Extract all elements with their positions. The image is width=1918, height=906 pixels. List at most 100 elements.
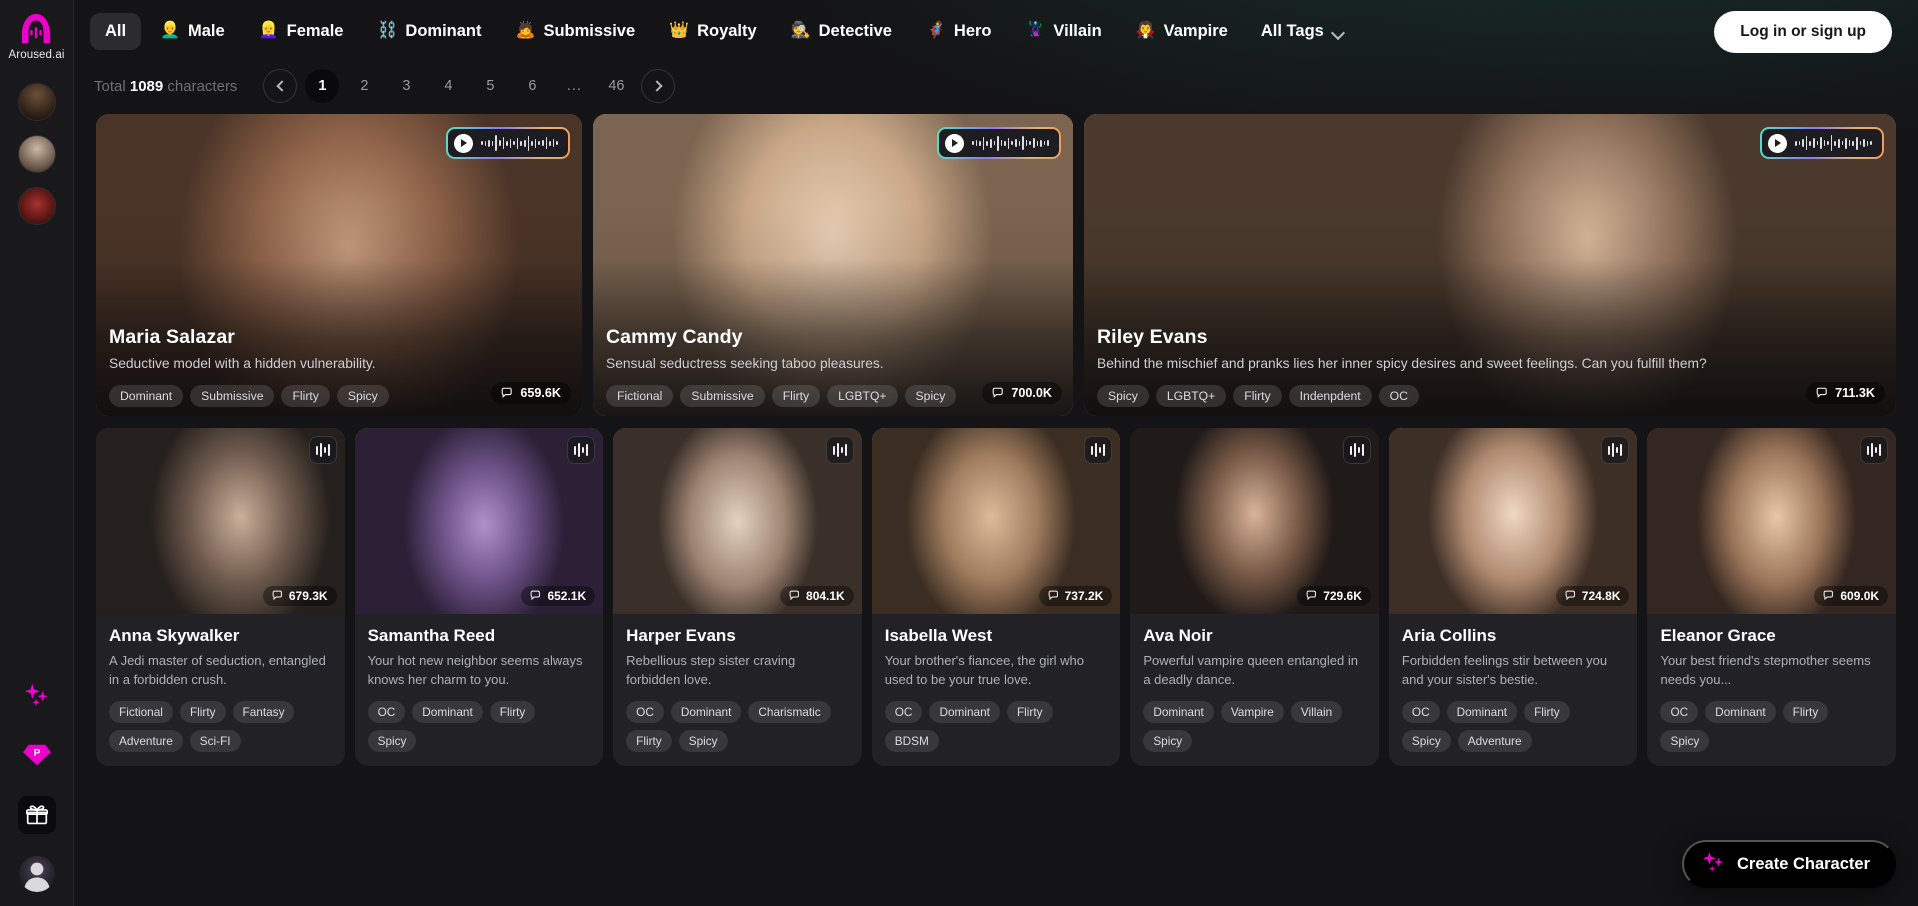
tag[interactable]: OC: [626, 700, 664, 723]
audio-indicator-4[interactable]: [1084, 436, 1113, 464]
featured-card-maria-salazar[interactable]: Maria Salazar Seductive model with a hid…: [96, 114, 582, 416]
tab-male[interactable]: 👱‍♂️ Male: [145, 13, 240, 50]
tab-dominant[interactable]: ⛓️ Dominant: [363, 13, 497, 50]
tag[interactable]: LGBTQ+: [1155, 385, 1227, 407]
tag[interactable]: Flirty: [489, 700, 536, 723]
audio-player-3[interactable]: [1759, 127, 1884, 159]
tag[interactable]: OC: [367, 700, 406, 723]
tag[interactable]: Charismatic: [748, 700, 831, 723]
card-chat-count-1: 679.3K: [262, 586, 337, 606]
tab-villain[interactable]: 🦹 Villain: [1011, 13, 1117, 50]
audio-indicator-7[interactable]: [1860, 436, 1889, 464]
premium-diamond-icon[interactable]: P: [18, 736, 56, 774]
tag[interactable]: Spicy: [678, 729, 728, 752]
audio-indicator-1[interactable]: [308, 436, 337, 464]
create-character-button[interactable]: Create Character: [1682, 840, 1896, 888]
tag[interactable]: Dominant: [1446, 700, 1518, 723]
tag[interactable]: Flirty: [281, 385, 330, 407]
tag[interactable]: Dominant: [109, 385, 184, 407]
character-card-harper-evans[interactable]: 804.1K Harper Evans Rebellious step sist…: [613, 428, 862, 766]
tag[interactable]: Sci-FI: [189, 729, 241, 752]
tag[interactable]: Spicy: [1401, 729, 1451, 752]
tag[interactable]: Fictional: [109, 700, 173, 723]
tag[interactable]: Submissive: [680, 385, 765, 407]
audio-indicator-6[interactable]: [1601, 436, 1630, 464]
rail-avatar-1[interactable]: [17, 83, 56, 121]
character-card-aria-collins[interactable]: 724.8K Aria Collins Forbidden feelings s…: [1388, 428, 1638, 766]
pagination-next-button[interactable]: [641, 69, 676, 103]
tag[interactable]: Flirty: [1524, 700, 1570, 723]
rail-avatar-2[interactable]: [17, 135, 56, 173]
tag[interactable]: Dominant: [1705, 700, 1776, 723]
rail-avatar-3[interactable]: [17, 187, 56, 225]
tag[interactable]: OC: [1401, 700, 1440, 723]
tag[interactable]: LGBTQ+: [827, 385, 898, 407]
character-card-samantha-reed[interactable]: 652.1K Samantha Reed Your hot new neighb…: [354, 428, 604, 766]
card-info-5: Ava Noir Powerful vampire queen entangle…: [1130, 614, 1379, 766]
pagination-page-5[interactable]: 5: [473, 69, 507, 103]
tag[interactable]: Flirty: [626, 729, 672, 752]
tag[interactable]: Spicy: [904, 385, 957, 407]
tag[interactable]: Vampire: [1220, 700, 1284, 723]
tag[interactable]: Villain: [1290, 700, 1343, 723]
tag[interactable]: Flirty: [771, 385, 821, 407]
pagination-page-1[interactable]: 1: [305, 69, 340, 103]
character-card-anna-skywalker[interactable]: 679.3K Anna Skywalker A Jedi master of s…: [96, 428, 345, 766]
tag[interactable]: Dominant: [929, 700, 1000, 723]
tag[interactable]: Dominant: [1143, 700, 1214, 723]
audio-player-1[interactable]: [445, 127, 570, 159]
pagination-page-3[interactable]: 3: [389, 69, 423, 103]
tab-submissive[interactable]: 🙇 Submissive: [501, 13, 651, 50]
character-card-isabella-west[interactable]: 737.2K Isabella West Your brother's fian…: [871, 428, 1121, 766]
tag[interactable]: BDSM: [884, 729, 939, 752]
play-icon-2[interactable]: [944, 133, 964, 153]
tab-hero[interactable]: 🦸 Hero: [911, 13, 1007, 50]
pagination-prev-button[interactable]: [263, 69, 298, 103]
sparkles-icon[interactable]: [18, 676, 56, 714]
tag[interactable]: Flirty: [1006, 700, 1053, 723]
brand-logo-block[interactable]: Aroused.ai: [9, 12, 65, 61]
tag[interactable]: Fantasy: [232, 700, 295, 723]
user-avatar-icon[interactable]: [18, 856, 55, 892]
tag[interactable]: Spicy: [1097, 385, 1149, 407]
tag[interactable]: Adventure: [1457, 729, 1532, 752]
featured-card-cammy-candy[interactable]: Cammy Candy Sensual seductress seeking t…: [593, 114, 1073, 416]
tab-all[interactable]: All: [90, 12, 142, 50]
tag[interactable]: Indenpdent: [1288, 385, 1372, 407]
featured-card-riley-evans[interactable]: Riley Evans Behind the mischief and pran…: [1084, 114, 1896, 416]
tag[interactable]: Submissive: [190, 385, 275, 407]
tab-detective[interactable]: 🕵️ Detective: [776, 13, 907, 50]
login-signup-button[interactable]: Log in or sign up: [1714, 11, 1892, 53]
audio-indicator-2[interactable]: [567, 436, 596, 464]
tag[interactable]: Flirty: [1233, 385, 1282, 407]
pagination-page-46[interactable]: 46: [599, 69, 633, 103]
character-card-eleanor-grace[interactable]: 609.0K Eleanor Grace Your best friend's …: [1647, 428, 1897, 766]
tag[interactable]: Spicy: [367, 729, 417, 752]
tag[interactable]: Spicy: [1143, 729, 1193, 752]
all-tags-dropdown[interactable]: All Tags: [1247, 13, 1359, 50]
play-icon-3[interactable]: [1767, 133, 1787, 153]
audio-indicator-3[interactable]: [825, 436, 854, 464]
tag[interactable]: OC: [1378, 385, 1419, 407]
tag[interactable]: Adventure: [109, 729, 183, 752]
tag[interactable]: Dominant: [670, 700, 742, 723]
play-icon-1[interactable]: [453, 133, 473, 153]
character-card-ava-noir[interactable]: 729.6K Ava Noir Powerful vampire queen e…: [1130, 428, 1379, 766]
tab-female[interactable]: 👱‍♀️ Female: [244, 13, 359, 50]
tag[interactable]: Flirty: [1782, 700, 1829, 723]
tag[interactable]: Dominant: [412, 700, 483, 723]
pagination-page-2[interactable]: 2: [347, 69, 381, 103]
tag[interactable]: Flirty: [179, 700, 226, 723]
tab-royalty[interactable]: 👑 Royalty: [654, 13, 772, 50]
gift-icon[interactable]: [17, 796, 56, 834]
tag[interactable]: Spicy: [1660, 729, 1710, 752]
pagination-page-4[interactable]: 4: [431, 69, 465, 103]
tag[interactable]: OC: [1660, 700, 1699, 723]
audio-player-2[interactable]: [936, 127, 1061, 159]
tag[interactable]: Spicy: [336, 385, 389, 407]
tab-vampire[interactable]: 🧛 Vampire: [1121, 13, 1243, 50]
tag[interactable]: Fictional: [606, 385, 674, 407]
audio-indicator-5[interactable]: [1342, 436, 1371, 464]
tag[interactable]: OC: [884, 700, 923, 723]
pagination-page-6[interactable]: 6: [515, 69, 549, 103]
